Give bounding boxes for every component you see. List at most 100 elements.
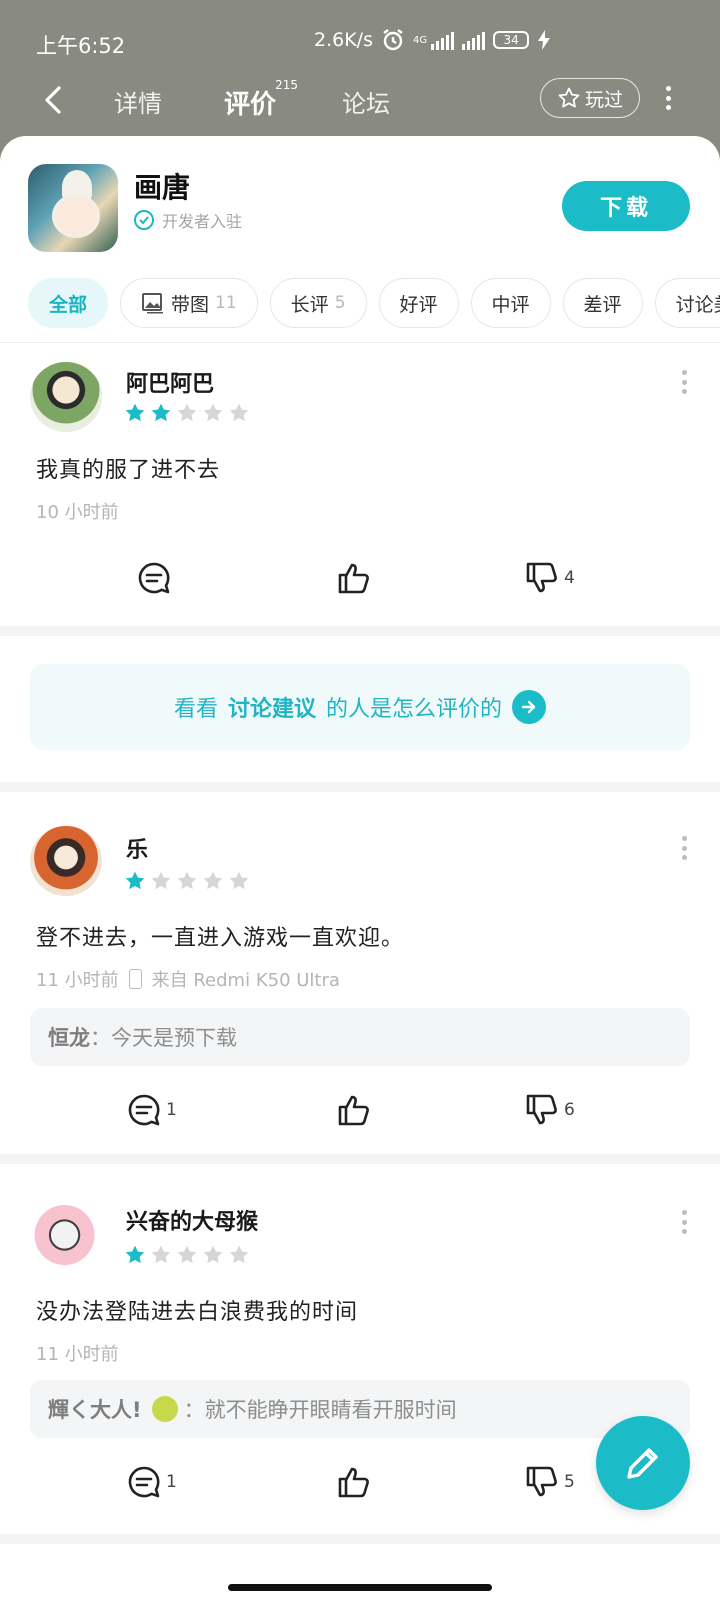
review-text: 登不进去，一直进入游戏一直欢迎。: [36, 926, 405, 951]
reply-user: 恒龙: [48, 1026, 90, 1050]
divider: [0, 1154, 720, 1164]
thumbs-up-icon: [338, 563, 369, 594]
star-icon: [151, 403, 171, 422]
comment-count: 1: [166, 1100, 177, 1120]
user-avatar[interactable]: [30, 826, 102, 896]
star-icon: [125, 871, 145, 890]
banner-suffix: 的人是怎么评价的: [326, 697, 503, 722]
network-type: 4G: [412, 34, 428, 46]
alarm-icon: [383, 29, 403, 51]
user-avatar[interactable]: [30, 1200, 102, 1270]
divider: [0, 1534, 720, 1544]
played-label: 玩过: [584, 88, 623, 111]
filter-negative[interactable]: 差评: [562, 278, 643, 328]
status-time: 上午6:52: [36, 34, 126, 58]
dislike-count: 4: [564, 568, 575, 588]
filter-discussion[interactable]: 讨论美: [654, 278, 720, 328]
network-speed: 2.6K/s: [314, 29, 373, 51]
reply-preview[interactable]: 恒龙 ：今天是预下载: [30, 1008, 690, 1066]
discussion-banner[interactable]: 看看 讨论建议 的人是怎么评价的: [30, 664, 690, 750]
user-avatar[interactable]: [30, 362, 102, 432]
like-button[interactable]: [336, 1092, 376, 1128]
filter-all[interactable]: 全部: [28, 278, 109, 328]
filter-long[interactable]: 长评 5: [269, 278, 367, 328]
comment-button[interactable]: 1: [126, 1092, 177, 1128]
star-icon: [203, 1245, 223, 1264]
star-icon: [177, 1245, 197, 1264]
filter-with-images-count: 11: [215, 293, 237, 313]
star-icon: [229, 403, 249, 422]
username[interactable]: 乐: [126, 832, 148, 864]
banner-highlight: 讨论建议: [227, 697, 316, 722]
check-icon: [134, 210, 154, 230]
review-more-icon[interactable]: [680, 1210, 688, 1234]
reply-user: 輝く大人!: [48, 1398, 142, 1422]
star-icon: [151, 1245, 171, 1264]
review-meta: 10 小时前: [36, 498, 119, 524]
top-navigation: 详情 评价 215 论坛 玩过: [0, 70, 720, 132]
image-icon: [142, 293, 164, 314]
reply-preview[interactable]: 輝く大人! ：就不能睁开眼睛看开服时间: [30, 1380, 690, 1438]
star-icon: [229, 1245, 249, 1264]
home-indicator[interactable]: [228, 1584, 492, 1591]
filter-long-count: 5: [334, 293, 346, 313]
more-options-icon[interactable]: [662, 82, 674, 114]
dislike-count: 5: [564, 1472, 575, 1492]
reply-text: ：就不能睁开眼睛看开服时间: [183, 1398, 457, 1422]
star-rating: [124, 870, 250, 892]
filter-long-label: 长评: [290, 293, 329, 316]
like-button[interactable]: [336, 560, 376, 596]
content-sheet: 画唐 开发者入驻 下载 全部 带图 11 长评 5 好评 中评 差评 讨论美 阿…: [0, 136, 720, 1600]
review-meta: 11 小时前 来自 Redmi K50 Ultra: [36, 966, 340, 992]
thumbs-down-icon: [526, 562, 557, 593]
review-actions: 4: [0, 560, 720, 600]
review-device: 来自 Redmi K50 Ultra: [151, 970, 340, 991]
comment-button[interactable]: 1: [126, 1464, 177, 1500]
tab-reviews[interactable]: 评价 215: [224, 78, 298, 121]
dislike-button[interactable]: 5: [524, 1464, 575, 1500]
star-icon: [177, 871, 197, 890]
played-button[interactable]: 玩过: [540, 78, 640, 118]
dislike-count: 6: [564, 1100, 575, 1120]
comment-button[interactable]: [136, 560, 176, 596]
star-rating: [124, 1244, 250, 1266]
tab-details[interactable]: 详情: [114, 84, 162, 119]
filter-discussion-label: 讨论美: [675, 293, 720, 316]
back-arrow-icon[interactable]: [36, 82, 72, 118]
signal-icon-2: [462, 30, 486, 50]
filter-neutral[interactable]: 中评: [470, 278, 551, 328]
review-time: 11 小时前: [36, 970, 119, 991]
tab-forum[interactable]: 论坛: [342, 84, 390, 119]
filter-positive[interactable]: 好评: [378, 278, 459, 328]
star-outline-icon: [558, 87, 580, 108]
download-button[interactable]: 下载: [562, 181, 690, 231]
comment-count: 1: [166, 1472, 177, 1492]
username[interactable]: 阿巴阿巴: [126, 366, 214, 398]
star-icon: [151, 871, 171, 890]
username[interactable]: 兴奋的大母猴: [126, 1204, 258, 1236]
write-review-button[interactable]: [596, 1416, 690, 1510]
reply-emoji-icon: [151, 1396, 178, 1422]
star-icon: [229, 871, 249, 890]
app-icon: [28, 164, 118, 252]
banner-prefix: 看看: [173, 697, 218, 722]
review-actions: 1 6: [0, 1092, 720, 1132]
dislike-button[interactable]: 6: [524, 1092, 575, 1128]
review-more-icon[interactable]: [680, 370, 688, 394]
review-count-badge: 215: [275, 78, 299, 92]
filter-with-images[interactable]: 带图 11: [120, 278, 258, 328]
developer-tag: 开发者入驻: [134, 208, 242, 232]
divider: [0, 782, 720, 792]
like-button[interactable]: [336, 1464, 376, 1500]
filter-all-label: 全部: [49, 293, 88, 316]
dislike-button[interactable]: 4: [524, 560, 575, 596]
arrow-right-icon: [512, 690, 547, 724]
reply-text: ：今天是预下载: [90, 1026, 237, 1050]
phone-icon: [128, 969, 142, 989]
review-more-icon[interactable]: [680, 836, 688, 860]
comment-icon: [138, 562, 170, 594]
filter-with-images-label: 带图: [171, 293, 210, 316]
app-name: 画唐: [134, 171, 191, 204]
pencil-icon: [627, 1448, 658, 1479]
developer-tag-label: 开发者入驻: [162, 212, 243, 231]
